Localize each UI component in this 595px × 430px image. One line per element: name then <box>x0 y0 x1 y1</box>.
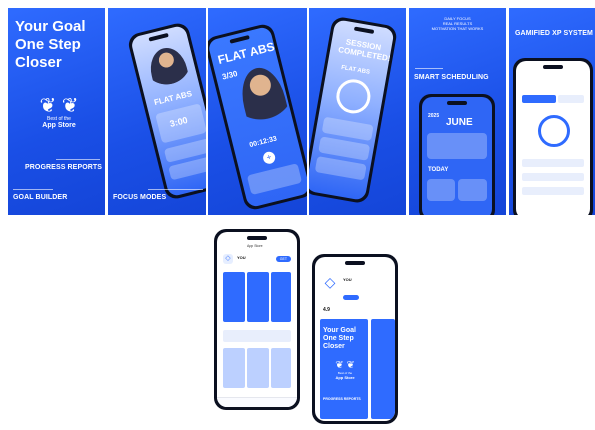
app-store-phone: App Store ◇ YOU GET <box>214 229 300 410</box>
promo-badge: ❦ ❦ Best of the App Store <box>327 360 363 381</box>
progress-reports-caption: PROGRESS REPORTS <box>25 164 103 171</box>
promo-line-2: One Step <box>323 335 354 342</box>
get-button[interactable]: GET <box>275 256 291 262</box>
focus-modes-caption: FOCUS MODES <box>113 194 167 201</box>
phone-screen: SESSION COMPLETED! FLAT ABS <box>309 19 395 201</box>
promo-line-1: Your Goal <box>323 327 356 334</box>
notch <box>148 32 169 42</box>
app-name[interactable]: YOU <box>237 255 246 260</box>
session-completed-title: SESSION COMPLETED! <box>337 37 392 64</box>
rep-count: 3/30 <box>221 69 239 82</box>
xp-row <box>522 173 584 181</box>
screenshot-tile[interactable] <box>223 272 245 322</box>
app-store-screen: App Store ◇ YOU GET <box>217 232 297 407</box>
phone-screen: 2025 JUNE TODAY <box>422 97 492 215</box>
headline-line-3: Closer <box>15 54 62 71</box>
rating-value: 4.9 <box>323 307 330 313</box>
panel-session-completed: SESSION COMPLETED! FLAT ABS <box>309 8 406 215</box>
tagline-line-3: MOTIVATION THAT WORKS <box>431 26 484 31</box>
panel-goal-builder: Your Goal One Step Closer ❦ ❦ Best of th… <box>8 8 105 215</box>
divider <box>13 189 53 190</box>
notch <box>345 261 365 265</box>
phone-mockup: FLAT ABS 3:00 <box>126 21 206 201</box>
screenshot-tile[interactable] <box>271 272 291 322</box>
phone-mockup: FLAT ABS 3/30 00:12:33 + <box>208 22 307 212</box>
promo-caption: PROGRESS REPORTS <box>323 397 361 401</box>
notch <box>229 35 250 44</box>
screenshot-tile[interactable] <box>247 272 269 322</box>
panel-focus-modes: FLAT ABS 3:00 FOCUS MODES <box>108 8 206 215</box>
notch <box>353 26 375 34</box>
promo-headline: Your Goal One Step Closer <box>323 327 356 351</box>
xp-ring <box>538 115 570 147</box>
related-app-row[interactable] <box>223 330 291 342</box>
schedule-card[interactable] <box>458 179 487 201</box>
today-label: TODAY <box>428 167 449 173</box>
preview-tile <box>271 348 291 388</box>
goal-builder-caption: GOAL BUILDER <box>13 194 68 201</box>
screen-subtitle: FLAT ABS <box>340 64 371 76</box>
exercise-card <box>246 163 303 196</box>
get-button[interactable] <box>343 295 359 300</box>
preview-tile <box>247 348 269 388</box>
badge-big-text: App Store <box>335 375 355 380</box>
app-logo-icon[interactable]: ◇ <box>223 254 233 264</box>
tab-active[interactable] <box>522 95 556 103</box>
progress-ring <box>333 76 374 117</box>
app-logo-icon[interactable]: ◇ <box>323 275 337 289</box>
panel-xp-system: GAMIFIED XP SYSTEM <box>509 8 595 215</box>
notch <box>447 101 467 105</box>
divider <box>415 68 443 69</box>
calendar-grid[interactable] <box>427 133 487 159</box>
phone-mockup: 2025 JUNE TODAY <box>419 94 495 215</box>
play-button[interactable]: + <box>261 150 277 166</box>
phone-mockup: SESSION COMPLETED! FLAT ABS <box>309 15 399 205</box>
app-detail-screen: ◇ YOU 4.9 Your Goal One Step Closer ❦ ❦ … <box>315 257 395 421</box>
athlete-image <box>235 63 294 142</box>
xp-system-caption: GAMIFIED XP SYSTEM <box>515 30 593 37</box>
preview-tile <box>223 348 245 388</box>
divider <box>56 159 100 160</box>
panel-smart-scheduling: DAILY FOCUS REAL RESULTS MOTIVATION THAT… <box>409 8 506 215</box>
divider <box>148 189 203 190</box>
session-timer: 00:12:33 <box>248 135 278 150</box>
promo-line-3: Closer <box>323 343 345 350</box>
headline-line-1: Your Goal <box>15 18 86 35</box>
laurel-icon: ❦ ❦ <box>335 360 355 371</box>
calendar-month: JUNE <box>446 117 473 128</box>
xp-row <box>522 159 584 167</box>
headline-line-2: One Step <box>15 36 81 53</box>
panel-workout: FLAT ABS 3/30 00:12:33 + <box>208 8 307 215</box>
tagline: DAILY FOCUS REAL RESULTS MOTIVATION THAT… <box>409 16 506 31</box>
panel-1-headline: Your Goal One Step Closer <box>15 18 86 72</box>
calendar-year: 2025 <box>428 113 440 119</box>
smart-scheduling-caption: SMART SCHEDULING <box>414 74 489 81</box>
notch <box>247 236 267 240</box>
notch <box>543 65 563 69</box>
tab-inactive[interactable] <box>558 95 584 103</box>
app-name[interactable]: YOU <box>343 277 352 282</box>
screen-title: FLAT ABS <box>216 39 277 68</box>
store-title: App Store <box>247 244 263 248</box>
xp-row <box>522 187 584 195</box>
app-store-badge: ❦ ❦ Best of the App Store <box>30 96 88 129</box>
phone-screen: FLAT ABS 3:00 <box>129 24 206 198</box>
app-detail-phone: ◇ YOU 4.9 Your Goal One Step Closer ❦ ❦ … <box>312 254 398 424</box>
schedule-card[interactable] <box>427 179 455 201</box>
tab-bar[interactable] <box>217 397 297 407</box>
stats-card <box>314 156 367 181</box>
badge-big-text: App Store <box>42 122 76 129</box>
phone-mockup <box>513 58 593 215</box>
laurel-icon: ❦ ❦ <box>39 95 79 117</box>
promo-screenshot[interactable] <box>371 319 395 419</box>
phone-screen: FLAT ABS 3/30 00:12:33 + <box>208 25 307 209</box>
phone-screen <box>516 61 590 215</box>
